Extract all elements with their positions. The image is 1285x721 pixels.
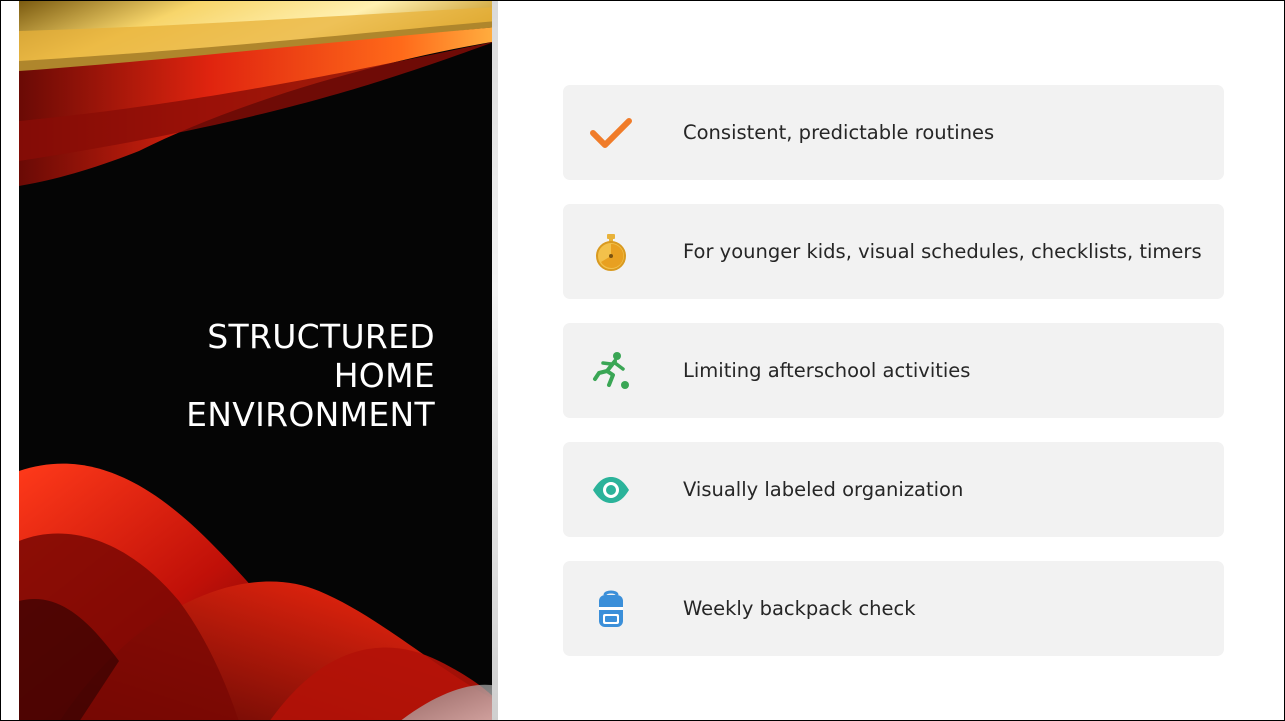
title-line-2: HOME (333, 356, 435, 395)
list-item-text: Visually labeled organization (683, 477, 964, 501)
title-line-3: ENVIRONMENT (186, 395, 435, 434)
bullet-list: Consistent, predictable routines For you… (563, 85, 1224, 680)
list-item-routines: Consistent, predictable routines (563, 85, 1224, 180)
list-item-backpack: Weekly backpack check (563, 561, 1224, 656)
list-item-text: Limiting afterschool activities (683, 358, 971, 382)
stopwatch-icon (589, 230, 633, 274)
backpack-icon (589, 587, 633, 631)
slide: STRUCTURED HOME ENVIRONMENT Consistent, … (0, 0, 1285, 721)
list-item-schedules: For younger kids, visual schedules, chec… (563, 204, 1224, 299)
list-item-text: For younger kids, visual schedules, chec… (683, 239, 1202, 263)
list-item-text: Consistent, predictable routines (683, 120, 995, 144)
slide-title: STRUCTURED HOME ENVIRONMENT (59, 317, 435, 434)
title-line-1: STRUCTURED (207, 317, 435, 356)
list-item-text: Weekly backpack check (683, 596, 916, 620)
list-item-activities: Limiting afterschool activities (563, 323, 1224, 418)
eye-icon (589, 468, 633, 512)
checkmark-icon (589, 111, 633, 155)
soccer-player-icon (589, 349, 633, 393)
panel-edge-accent (492, 1, 498, 720)
title-panel: STRUCTURED HOME ENVIRONMENT (19, 1, 497, 720)
list-item-organization: Visually labeled organization (563, 442, 1224, 537)
